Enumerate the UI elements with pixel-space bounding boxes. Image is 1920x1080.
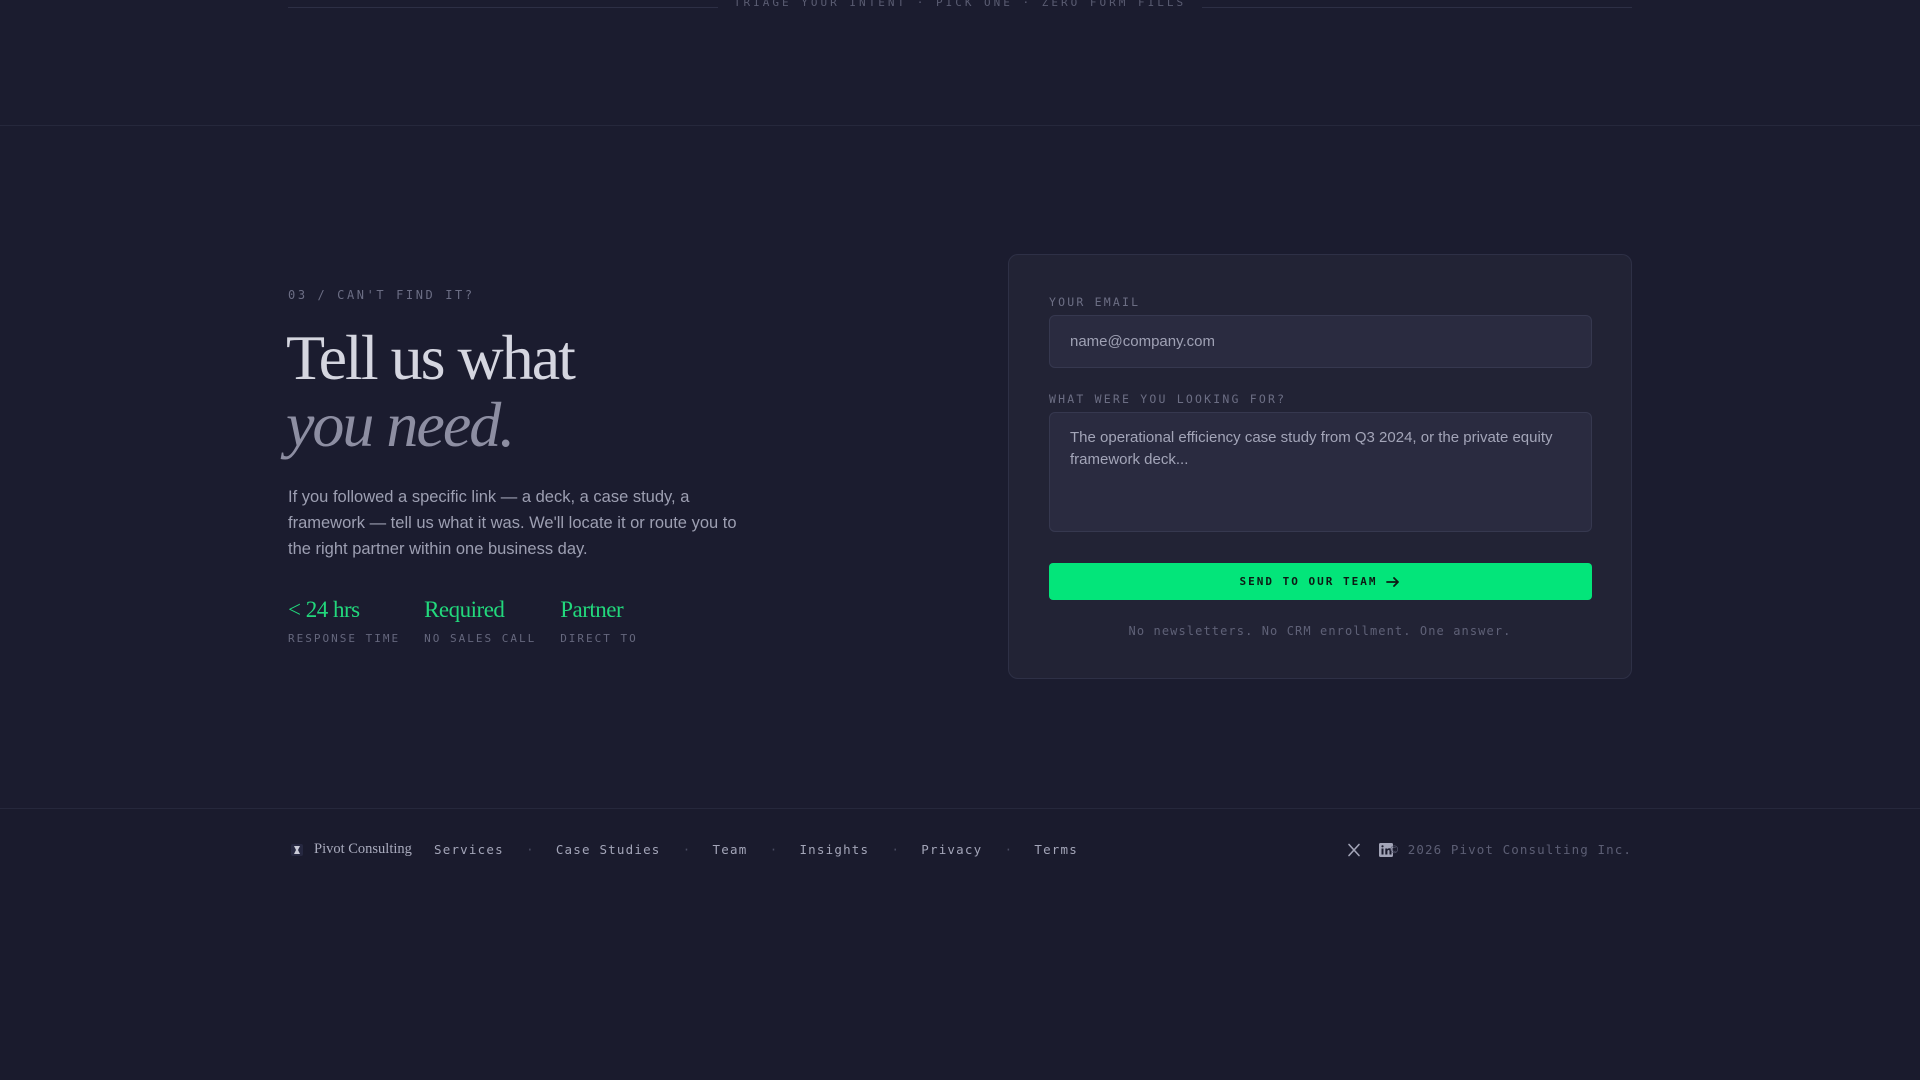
footer-nav: Services · Case Studies · Team · Insight… bbox=[434, 842, 1078, 857]
page-title: Tell us what you need. bbox=[286, 322, 576, 460]
send-button[interactable]: SEND TO OUR TEAM bbox=[1049, 563, 1592, 600]
stat-sales-call: Required NO SALES CALL bbox=[424, 596, 536, 645]
arrow-right-icon bbox=[1386, 576, 1400, 587]
email-field[interactable]: name@company.com bbox=[1049, 315, 1592, 368]
divider-left bbox=[288, 6, 718, 8]
query-label: WHAT WERE YOU LOOKING FOR? bbox=[1049, 392, 1287, 406]
section-divider bbox=[0, 125, 1920, 126]
top-strip-label: TRIAGE YOUR INTENT · PICK ONE · ZERO FOR… bbox=[733, 0, 1187, 9]
stat-response-time: < 24 hrs RESPONSE TIME bbox=[288, 596, 400, 645]
contact-form-card: YOUR EMAIL name@company.com WHAT WERE YO… bbox=[1008, 254, 1632, 679]
nav-separator: · bbox=[891, 842, 899, 857]
nav-separator: · bbox=[1004, 842, 1012, 857]
divider-right bbox=[1202, 6, 1633, 8]
footer-link-privacy[interactable]: Privacy bbox=[921, 842, 982, 857]
footer-link-team[interactable]: Team bbox=[713, 842, 748, 857]
intro-text: If you followed a specific link — a deck… bbox=[288, 488, 737, 558]
form-fineprint: No newsletters. No CRM enrollment. One a… bbox=[1128, 624, 1512, 638]
stat-value: Partner bbox=[560, 597, 624, 622]
footer-link-terms[interactable]: Terms bbox=[1034, 842, 1078, 857]
stat-value: < 24 hrs bbox=[288, 597, 360, 622]
top-strip: TRIAGE YOUR INTENT · PICK ONE · ZERO FOR… bbox=[288, 0, 1633, 14]
footer-link-insights[interactable]: Insights bbox=[799, 842, 869, 857]
send-button-label: SEND TO OUR TEAM bbox=[1239, 575, 1378, 588]
pivot-logo-icon bbox=[291, 843, 303, 856]
stats-row: < 24 hrs RESPONSE TIME Required NO SALES… bbox=[288, 596, 638, 645]
nav-separator: · bbox=[526, 842, 534, 857]
headline-line-2: you need. bbox=[286, 389, 515, 460]
stat-label: RESPONSE TIME bbox=[288, 632, 401, 645]
stat-label: NO SALES CALL bbox=[424, 632, 537, 645]
social-links bbox=[1346, 842, 1394, 858]
headline-line-1: Tell us what bbox=[286, 322, 576, 393]
stat-label: DIRECT TO bbox=[560, 632, 638, 645]
section-eyebrow: 03 / CAN'T FIND IT? bbox=[288, 288, 475, 302]
footer-link-services[interactable]: Services bbox=[434, 842, 504, 857]
x-icon[interactable] bbox=[1346, 842, 1362, 858]
copyright: © 2026 Pivot Consulting Inc. bbox=[1390, 842, 1632, 857]
stat-direct-to: Partner DIRECT TO bbox=[560, 596, 638, 645]
nav-separator: · bbox=[682, 842, 691, 857]
footer-link-case-studies[interactable]: Case Studies bbox=[556, 842, 661, 857]
footer-brand[interactable]: Pivot Consulting bbox=[290, 841, 412, 858]
stat-value: Required bbox=[424, 597, 505, 622]
query-textarea[interactable]: The operational efficiency case study fr… bbox=[1049, 412, 1592, 532]
brand-name: Pivot Consulting bbox=[314, 841, 412, 857]
email-label: YOUR EMAIL bbox=[1049, 295, 1141, 309]
nav-separator: · bbox=[769, 842, 778, 857]
